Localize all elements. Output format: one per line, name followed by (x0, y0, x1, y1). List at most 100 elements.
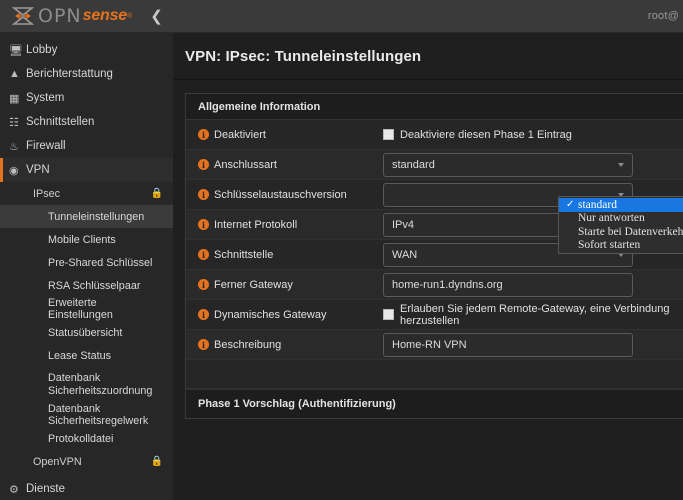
dropdown-option-standard[interactable]: ✓ standard (559, 198, 683, 212)
sidebar-item-datenbank-sicherheitszuordnung[interactable]: Datenbank Sicherheitszuordnung (0, 367, 173, 403)
sidebar-item-vpn[interactable]: ◉ VPN (0, 158, 173, 182)
sitemap-icon: ☷ (9, 116, 19, 129)
dropdown-option-nur-antworten[interactable]: Nur antworten (559, 212, 683, 226)
lock-icon: 🔒 (150, 456, 163, 467)
field-label-internet-protokoll: i Internet Protokoll (186, 219, 383, 231)
dropdown-anschlussart-options[interactable]: ✓ standard Nur antworten Starte bei Date… (558, 196, 683, 254)
sidebar-subitem-label: Tunneleinstellungen (48, 210, 145, 223)
top-bar: OPN sense ® ❮ root@ (0, 0, 683, 33)
select-value: WAN (392, 248, 418, 261)
sidebar-item-label: Berichterstattung (26, 68, 113, 80)
dropdown-option-label: Nur antworten (578, 212, 645, 225)
sidebar-item-label: System (26, 92, 65, 104)
info-icon[interactable]: i (198, 129, 209, 140)
sidebar-item-ipsec[interactable]: IPsec 🔒 (0, 182, 173, 205)
dropdown-option-starte-bei-datenverkehr[interactable]: Starte bei Datenverkehr (559, 225, 683, 239)
sidebar-subitem-label: Pre-Shared Schlüssel (48, 256, 153, 269)
sidebar-item-system[interactable]: ▦ System (0, 86, 173, 110)
sidebar-item-tunneleinstellungen[interactable]: Tunneleinstellungen (0, 205, 173, 228)
checkbox-label: Erlauben Sie jedem Remote-Gateway, eine … (400, 302, 670, 327)
page-title: VPN: IPsec: Tunneleinstellungen (185, 47, 422, 65)
sidebar-item-label: Schnittstellen (26, 116, 95, 128)
sidebar-item-label: Firewall (26, 140, 66, 152)
field-label-text: Ferner Gateway (214, 278, 293, 291)
checkbox-deaktiviert[interactable]: Deaktiviere diesen Phase 1 Eintrag (383, 129, 572, 141)
field-label-dynamisches-gateway: i Dynamisches Gateway (186, 309, 383, 321)
dropdown-option-sofort-starten[interactable]: Sofort starten (559, 239, 683, 253)
select-anschlussart[interactable]: standard (383, 152, 633, 177)
logo-text-sense: sense (82, 7, 128, 24)
field-label-text: Schnittstelle (214, 248, 274, 261)
check-icon: ✓ (566, 199, 575, 211)
info-icon[interactable]: i (198, 309, 209, 320)
sidebar-subitem-label: Datenbank Sicherheitsregelwerk (48, 403, 149, 427)
sidebar-item-firewall[interactable]: ♨ Firewall (0, 134, 173, 158)
sidebar-nav-top: 🖥 Lobby ▲ Berichterstattung ▦ System ☷ S… (0, 33, 173, 473)
checkbox-box[interactable] (383, 129, 394, 140)
dropdown-option-label: standard (578, 198, 617, 211)
info-icon[interactable]: i (198, 249, 209, 260)
sidebar-subitem-label: Protokolldatei (48, 432, 114, 445)
select-value: standard (392, 158, 435, 171)
sidebar-subitem-label: RSA Schlüsselpaar (48, 279, 141, 292)
opnsense-logo-icon (12, 6, 34, 26)
table-row: i Ferner Gateway home-run1.dyndns.org (186, 270, 683, 300)
info-icon[interactable]: i (198, 159, 209, 170)
table-row: i Anschlussart standard (186, 150, 683, 180)
server-icon: ▦ (9, 92, 20, 105)
field-label-text: Deaktiviert (214, 128, 266, 141)
sidebar-item-rsa-schluesselpaar[interactable]: RSA Schlüsselpaar (0, 274, 173, 297)
sidebar-item-openvpn[interactable]: OpenVPN 🔒 (0, 450, 173, 473)
info-icon[interactable]: i (198, 189, 209, 200)
sidebar-item-dienste[interactable]: ⚙ Dienste (0, 477, 173, 500)
info-icon[interactable]: i (198, 339, 209, 350)
checkbox-label: Deaktiviere diesen Phase 1 Eintrag (400, 128, 572, 141)
chevron-left-icon[interactable]: ❮ (150, 9, 163, 24)
sidebar-item-label: Lobby (26, 44, 58, 56)
sidebar-item-mobile-clients[interactable]: Mobile Clients (0, 228, 173, 251)
select-value: IPv4 (392, 218, 415, 231)
sidebar-item-lobby[interactable]: 🖥 Lobby (0, 38, 173, 62)
gear-icon: ⚙ (9, 483, 19, 496)
sidebar-item-lease-status[interactable]: Lease Status (0, 344, 173, 367)
panel-spacer-row (186, 360, 683, 389)
sidebar-item-berichterstattung[interactable]: ▲ Berichterstattung (0, 62, 173, 86)
phase1-proposal-header: Phase 1 Vorschlag (Authentifizierung) (186, 389, 683, 418)
field-label-text: Anschlussart (214, 158, 277, 171)
chevron-down-icon (618, 162, 624, 167)
sidebar-item-pre-shared-schluessel[interactable]: Pre-Shared Schlüssel (0, 251, 173, 274)
dropdown-option-label: Starte bei Datenverkehr (578, 225, 683, 238)
fire-icon: ♨ (9, 140, 19, 153)
sidebar-subitem-label: Lease Status (48, 349, 112, 362)
field-label-schluesselaustauschversion: i Schlüsselaustauschversion (186, 189, 383, 201)
info-icon[interactable]: i (198, 279, 209, 290)
sidebar-item-statusuebersicht[interactable]: Statusübersicht (0, 321, 173, 344)
checkbox-box[interactable] (383, 309, 394, 320)
input-value: Home-RN VPN (392, 338, 467, 351)
sidebar-item-erweiterte-einstellungen[interactable]: Erweiterte Einstellungen (0, 297, 173, 321)
sidebar-item-datenbank-sicherheitsregelwerk[interactable]: Datenbank Sicherheitsregelwerk (0, 403, 173, 427)
table-row: i Deaktiviert Deaktiviere diesen Phase 1… (186, 120, 683, 150)
logo-registered-mark: ® (127, 12, 133, 20)
field-label-ferner-gateway: i Ferner Gateway (186, 279, 383, 291)
table-row: i Dynamisches Gateway Erlauben Sie jedem… (186, 300, 683, 330)
monitor-icon: 🖥 (9, 44, 23, 57)
input-ferner-gateway[interactable]: home-run1.dyndns.org (383, 272, 633, 297)
field-label-text: Dynamisches Gateway (214, 308, 327, 321)
sidebar-subitem-label: Datenbank Sicherheitszuordnung (48, 372, 153, 397)
checkbox-dynamisches-gateway[interactable]: Erlauben Sie jedem Remote-Gateway, eine … (383, 303, 683, 327)
info-icon[interactable]: i (198, 219, 209, 230)
user-menu[interactable]: root@ (648, 10, 683, 22)
sidebar-item-protokolldatei[interactable]: Protokolldatei (0, 427, 173, 450)
field-control: standard (383, 152, 683, 177)
table-row: i Beschreibung Home-RN VPN (186, 330, 683, 360)
field-control: Erlauben Sie jedem Remote-Gateway, eine … (383, 303, 683, 327)
input-value: home-run1.dyndns.org (392, 278, 503, 291)
field-control: Home-RN VPN (383, 332, 683, 357)
brand-logo[interactable]: OPN sense ® (0, 5, 132, 27)
sidebar-subitem-label: Statusübersicht (48, 326, 123, 339)
input-beschreibung[interactable]: Home-RN VPN (383, 332, 633, 357)
logo-text-opn: OPN (38, 5, 82, 27)
sidebar-subitem-label: Mobile Clients (48, 233, 116, 246)
sidebar-item-schnittstellen[interactable]: ☷ Schnittstellen (0, 110, 173, 134)
